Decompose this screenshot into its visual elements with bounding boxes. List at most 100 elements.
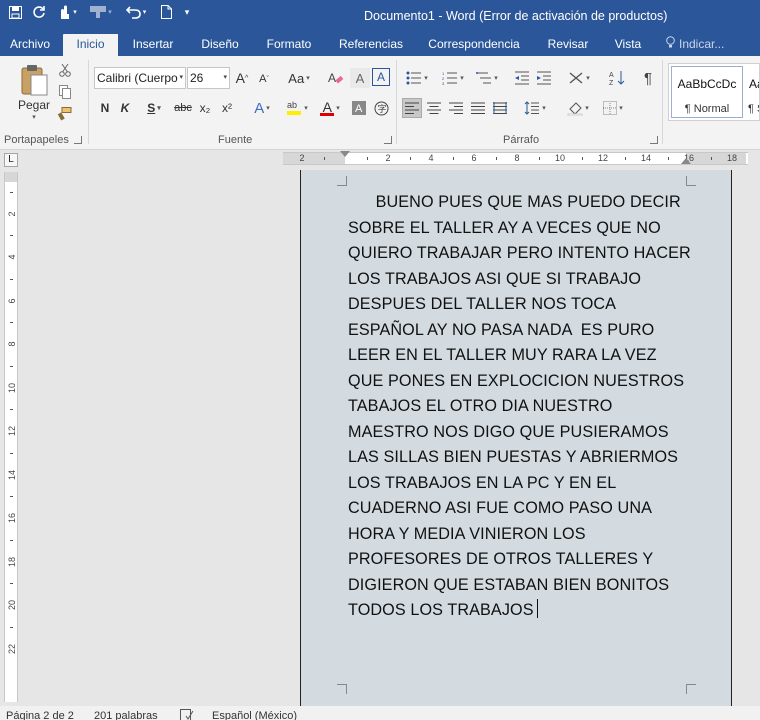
document-line[interactable]: LOS TRABAJOS EN LA PC Y EN EL xyxy=(348,471,703,497)
clear-formatting-icon[interactable]: A xyxy=(326,68,346,88)
document-line[interactable]: PROFESORES DE OTROS TALLERES Y xyxy=(348,547,703,573)
paragraph-dialog-launcher-icon[interactable] xyxy=(650,136,658,144)
format-painter-icon[interactable] xyxy=(56,106,74,122)
word-count[interactable]: 201 palabras xyxy=(94,709,158,720)
document-line[interactable]: DESPUES DEL TALLER NOS TOCA xyxy=(348,292,703,318)
decrease-indent-icon[interactable] xyxy=(512,68,532,88)
tab-referencias[interactable]: Referencias xyxy=(334,34,408,56)
paste-dropdown-icon[interactable]: ▾ xyxy=(26,112,40,122)
document-line[interactable]: TABAJOS EL OTRO DIA NUESTRO xyxy=(348,394,703,420)
copy-icon[interactable] xyxy=(56,84,74,100)
document-page[interactable]: BUENO PUES QUE MAS PUEDO DECIR SOBRE EL T… xyxy=(300,170,732,706)
touch-mode-icon[interactable]: ▾ xyxy=(52,2,82,22)
character-shading-icon[interactable]: A xyxy=(350,98,368,118)
save-icon[interactable] xyxy=(4,2,26,22)
ruler-tick-label: 18 xyxy=(7,556,17,567)
paste-button[interactable]: Pegar xyxy=(12,98,56,112)
document-canvas[interactable]: BUENO PUES QUE MAS PUEDO DECIR SOBRE EL T… xyxy=(20,170,760,706)
page-count[interactable]: Página 2 de 2 xyxy=(6,709,74,720)
paste-icon[interactable] xyxy=(14,62,54,98)
align-center-button[interactable] xyxy=(424,98,444,118)
align-right-button[interactable] xyxy=(446,98,466,118)
undo-icon[interactable]: ▾ xyxy=(120,2,152,22)
document-line[interactable]: LEER EN EL TALLER MUY RARA LA VEZ xyxy=(348,343,703,369)
text-effects-button[interactable]: A ▾ xyxy=(248,98,276,118)
font-dialog-launcher-icon[interactable] xyxy=(384,136,392,144)
customize-qat-icon[interactable]: ▾ xyxy=(180,2,194,22)
vertical-ruler[interactable]: 2 4 6 8 10 12 14 16 18 20 22 xyxy=(4,172,18,702)
align-left-button[interactable] xyxy=(402,98,422,118)
sort-icon[interactable]: AZ xyxy=(606,68,628,88)
tab-formato[interactable]: Formato xyxy=(258,34,320,56)
subscript-button[interactable]: x₂ xyxy=(196,98,214,118)
tab-archivo[interactable]: Archivo xyxy=(0,34,60,56)
multilevel-list-button[interactable]: ▾ xyxy=(472,68,502,88)
style-second[interactable]: Aa ¶ S xyxy=(745,66,759,118)
tab-vista[interactable]: Vista xyxy=(608,34,648,56)
tab-inicio[interactable]: Inicio xyxy=(63,34,118,56)
superscript-button[interactable]: x² xyxy=(218,98,236,118)
borders-button[interactable]: ▾ xyxy=(598,98,628,118)
character-border-button[interactable]: A xyxy=(372,68,390,86)
document-line[interactable]: LAS SILLAS BIEN PUESTAS Y ABRIERMOS xyxy=(348,445,703,471)
cut-icon[interactable] xyxy=(56,62,74,78)
ruler-tick-mark xyxy=(10,626,13,628)
tab-diseno[interactable]: Diseño xyxy=(192,34,248,56)
indent-marker-icon[interactable] xyxy=(340,151,350,157)
new-document-icon[interactable] xyxy=(154,2,178,22)
ruler-tick-mark xyxy=(10,409,13,411)
character-shading-button[interactable]: A xyxy=(350,68,370,88)
bullets-button[interactable]: ▾ xyxy=(402,68,432,88)
language-indicator[interactable]: Español (México) xyxy=(212,709,297,720)
style-name-label: ¶ S xyxy=(748,103,759,115)
format-painter-qat-icon[interactable]: ▾ xyxy=(84,2,118,22)
document-line[interactable]: ESPAÑOL AY NO PASA NADA ES PURO xyxy=(348,318,703,344)
clipboard-dialog-launcher-icon[interactable] xyxy=(74,136,82,144)
ruler-tick-mark xyxy=(409,157,411,160)
show-formatting-marks-icon[interactable]: ¶ xyxy=(638,68,658,88)
change-case-button[interactable]: Aa ▾ xyxy=(284,68,314,88)
shrink-font-button[interactable]: Aˇ xyxy=(256,70,272,88)
horizontal-ruler[interactable]: 2 2 4 6 8 10 12 14 16 18 xyxy=(283,151,748,165)
style-normal[interactable]: AaBbCcDc ¶ Normal xyxy=(671,66,743,118)
numbering-button[interactable]: 1 2 3 ▾ xyxy=(438,68,468,88)
document-line[interactable]: TODOS LOS TRABAJOS xyxy=(348,598,703,624)
document-body-text[interactable]: BUENO PUES QUE MAS PUEDO DECIR SOBRE EL T… xyxy=(348,190,703,624)
italic-button[interactable]: K xyxy=(118,98,132,118)
autosave-refresh-icon[interactable] xyxy=(28,2,50,22)
document-line[interactable]: QUE PONES EN EXPLOCICION NUESTROS xyxy=(348,369,703,395)
highlight-color-button[interactable]: ab ▾ xyxy=(280,96,314,120)
strikethrough-button[interactable]: abc xyxy=(172,98,194,118)
line-spacing-button[interactable]: ▾ xyxy=(520,98,550,118)
document-line[interactable]: BUENO PUES QUE MAS PUEDO DECIR xyxy=(348,190,703,216)
underline-button[interactable]: S ▾ xyxy=(140,98,168,118)
distributed-button[interactable] xyxy=(490,98,510,118)
proofing-icon[interactable] xyxy=(180,709,194,720)
enclose-characters-icon[interactable]: 字 xyxy=(372,98,390,118)
shading-button[interactable]: ▾ xyxy=(562,98,594,118)
document-line[interactable]: LOS TRABAJOS ASI QUE SI TRABAJO xyxy=(348,267,703,293)
ruler-tick-mark xyxy=(581,157,583,160)
document-line[interactable]: SOBRE EL TALLER AY A VECES QUE NO xyxy=(348,216,703,242)
underline-letter: S xyxy=(147,101,156,115)
crop-mark xyxy=(337,176,347,186)
document-line[interactable]: HORA Y MEDIA VINIERON LOS xyxy=(348,522,703,548)
grow-font-button[interactable]: A ^ xyxy=(234,68,250,88)
font-size-combo[interactable]: 26 ▾ xyxy=(187,67,230,89)
font-color-button[interactable]: A ▾ xyxy=(314,96,346,120)
tab-selector-button[interactable]: L xyxy=(4,153,18,167)
right-indent-marker-icon[interactable] xyxy=(681,158,691,164)
document-line[interactable]: QUIERO TRABAJAR PERO INTENTO HACER xyxy=(348,241,703,267)
document-line[interactable]: MAESTRO NOS DIGO QUE PUSIERAMOS xyxy=(348,420,703,446)
tab-insertar[interactable]: Insertar xyxy=(124,34,182,56)
tab-revisar[interactable]: Revisar xyxy=(541,34,595,56)
increase-indent-icon[interactable] xyxy=(534,68,554,88)
document-line[interactable]: DIGIERON QUE ESTABAN BIEN BONITOS xyxy=(348,573,703,599)
font-name-combo[interactable]: Calibri (Cuerpo ▾ xyxy=(94,67,186,89)
bold-button[interactable]: N xyxy=(98,98,112,118)
document-line[interactable]: CUADERNO ASI FUE COMO PASO UNA xyxy=(348,496,703,522)
tab-correspondencia[interactable]: Correspondencia xyxy=(422,34,526,56)
tell-me-box[interactable]: Indicar... xyxy=(666,34,756,56)
asian-layout-button[interactable]: ▾ xyxy=(564,68,594,88)
justify-button[interactable] xyxy=(468,98,488,118)
